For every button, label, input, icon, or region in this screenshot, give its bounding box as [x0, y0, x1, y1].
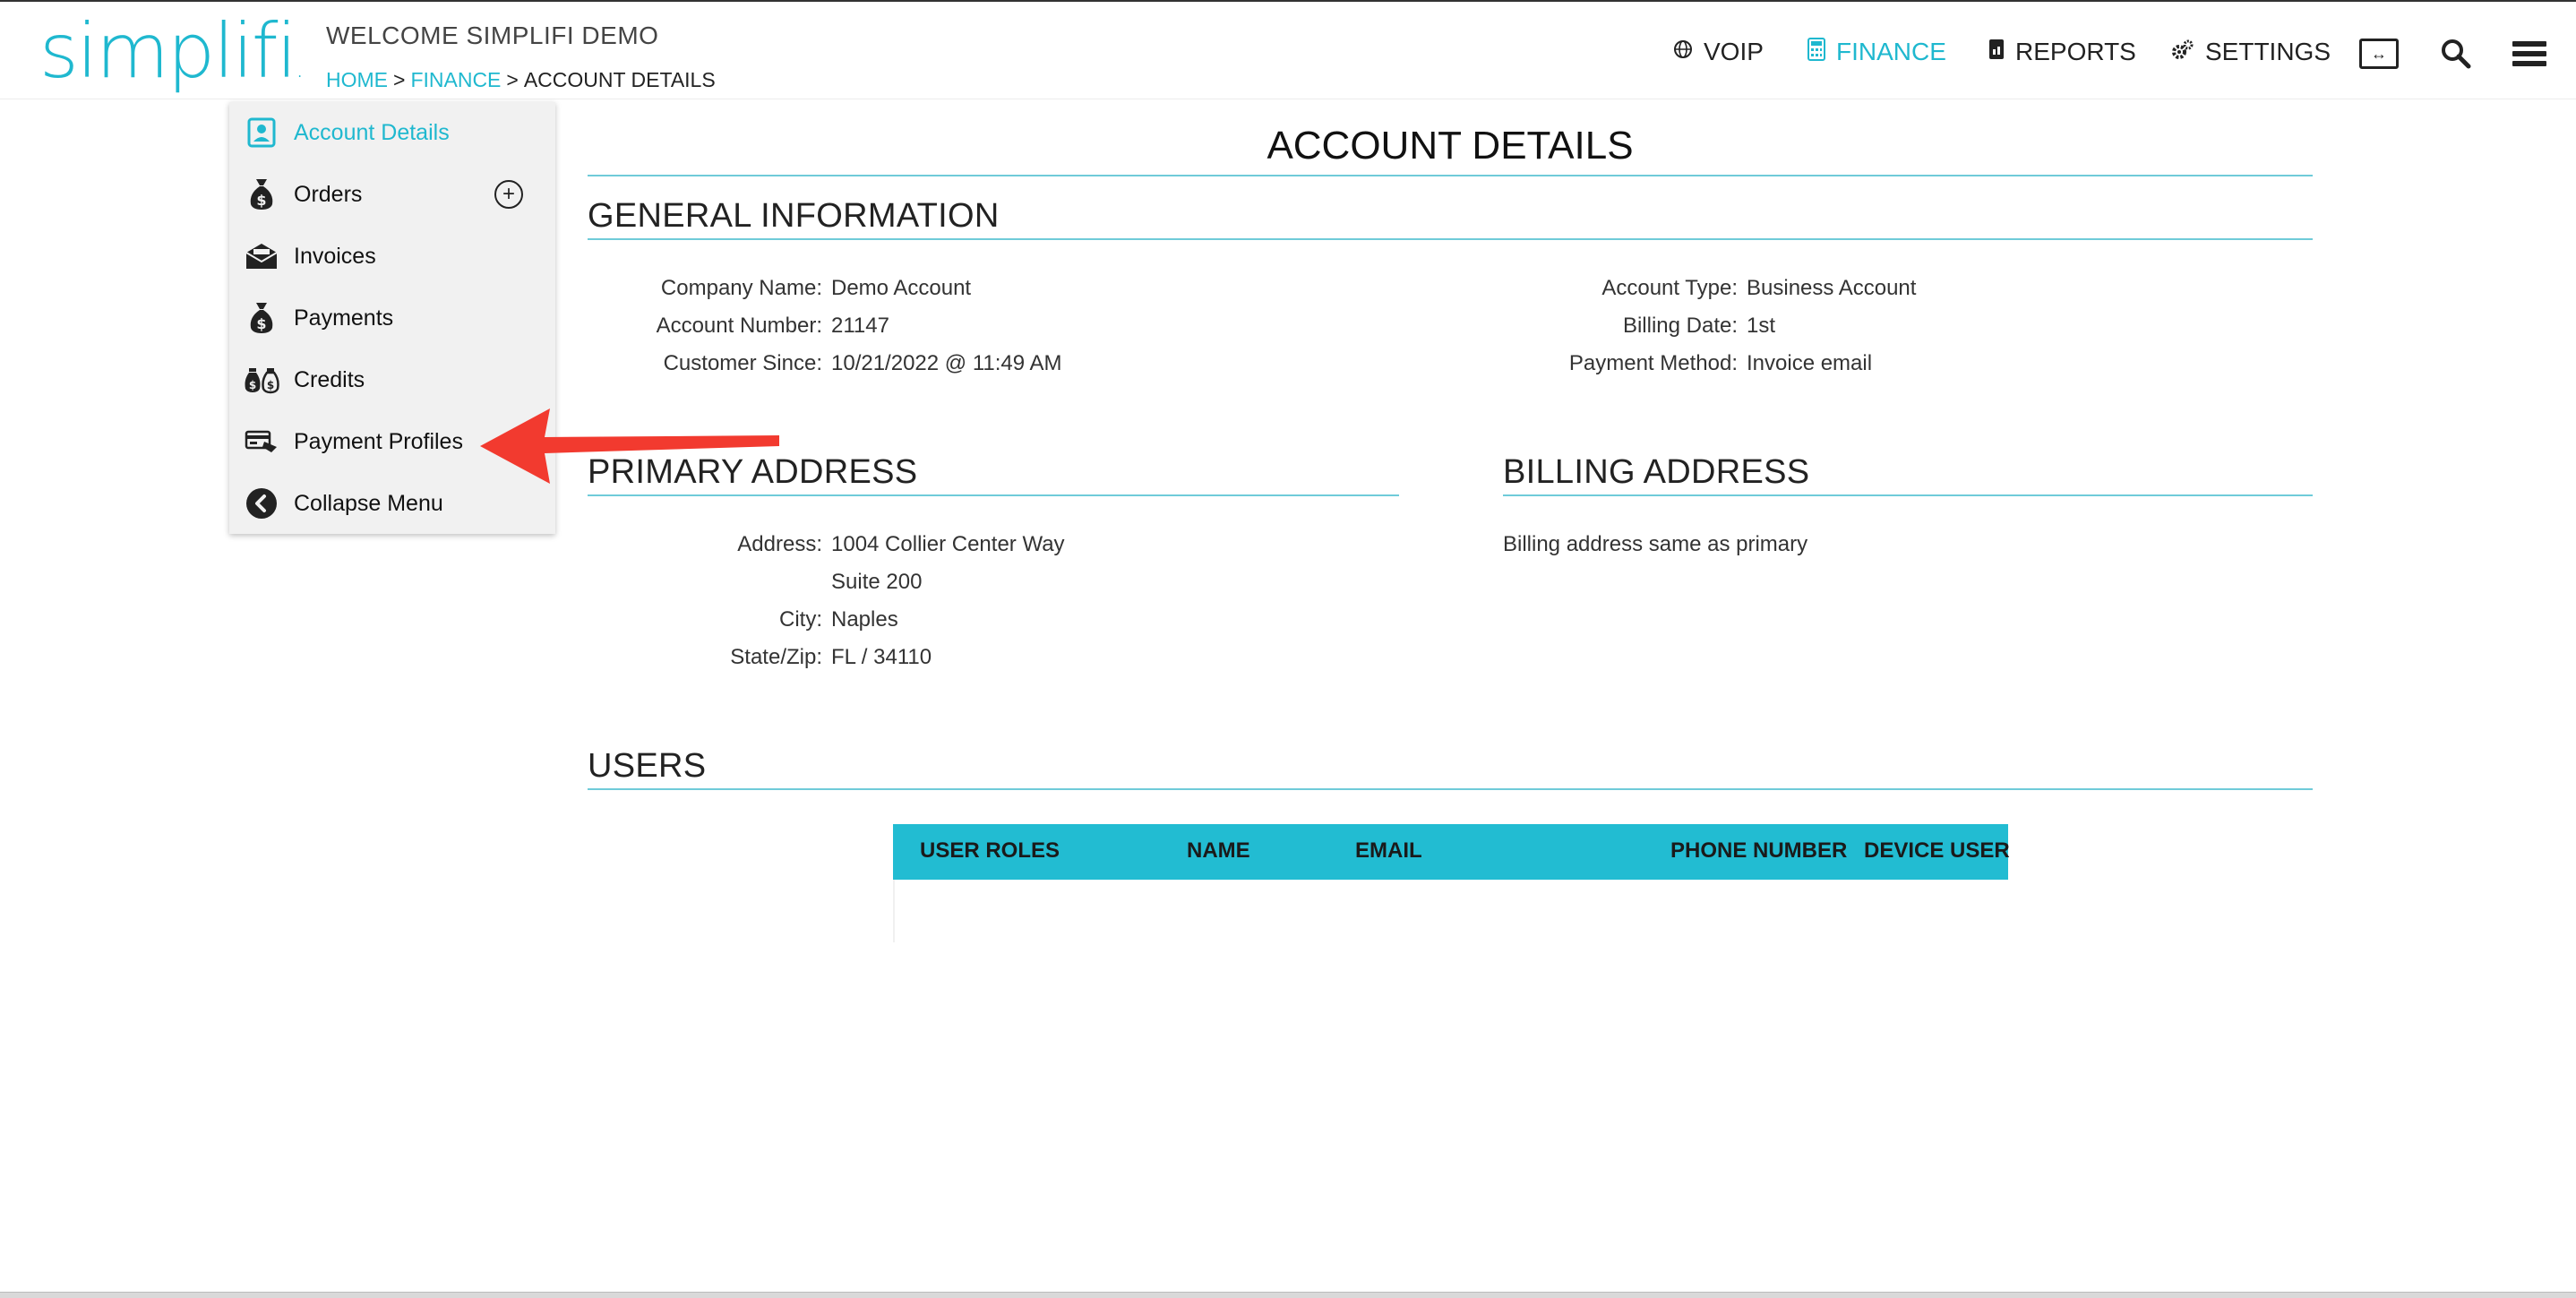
column-name[interactable]: NAME	[1187, 838, 1250, 864]
company-name-label: Company Name:	[660, 276, 822, 300]
column-email[interactable]: EMAIL	[1355, 838, 1422, 864]
sidebar-item-orders[interactable]: $ Orders +	[229, 168, 555, 221]
city-label: City:	[779, 607, 822, 632]
address-line1-value: 1004 Collier Center Way	[831, 532, 1065, 556]
state-zip-label: State/Zip:	[730, 645, 822, 669]
page-title: ACCOUNT DETAILS	[1267, 124, 1634, 168]
welcome-text: WELCOME SIMPLIFI DEMO	[326, 21, 659, 49]
nav-reports-label: REPORTS	[2015, 38, 2136, 65]
payment-method-value: Invoice email	[1747, 351, 1873, 375]
sidebar-item-label: Orders	[294, 181, 363, 207]
add-order-button[interactable]: +	[494, 180, 523, 209]
sidebar-item-label: Account Details	[294, 119, 450, 145]
report-icon	[1988, 39, 2005, 66]
svg-text:$: $	[267, 379, 274, 391]
title-divider	[588, 175, 2313, 176]
sidebar-item-label: Credits	[294, 366, 365, 392]
account-type-value: Business Account	[1747, 276, 1917, 300]
account-card-icon	[244, 115, 279, 150]
sidebar-item-label: Collapse Menu	[294, 490, 443, 516]
sidebar-item-invoices[interactable]: Invoices	[229, 229, 555, 283]
breadcrumb-current: ACCOUNT DETAILS	[523, 68, 716, 91]
sidebar-item-label: Invoices	[294, 243, 376, 269]
sidebar-item-payments[interactable]: $ Payments	[229, 291, 555, 345]
search-button[interactable]	[2434, 36, 2477, 72]
hamburger-menu-button[interactable]	[2508, 36, 2551, 72]
sidebar-item-credits[interactable]: $ $ Credits	[229, 353, 555, 407]
users-table-body	[893, 880, 895, 942]
sidebar-item-collapse-menu[interactable]: Collapse Menu	[229, 477, 555, 530]
billing-date-value: 1st	[1747, 314, 1776, 338]
logo-text: simplifi	[39, 7, 297, 95]
users-heading: USERS	[588, 747, 707, 785]
nav-voip[interactable]: VOIP	[1673, 34, 1764, 70]
breadcrumb-home[interactable]: HOME	[326, 68, 388, 91]
billing-date-label: Billing Date:	[1622, 314, 1738, 338]
nav-settings[interactable]: SETTINGS	[2171, 34, 2331, 70]
customer-since-value: 10/21/2022 @ 11:49 AM	[831, 351, 1062, 375]
column-device-user[interactable]: DEVICE USER	[1864, 838, 2010, 864]
billing-address-heading: BILLING ADDRESS	[1503, 453, 1810, 491]
column-user-roles[interactable]: USER ROLES	[920, 838, 1060, 864]
credit-card-icon	[244, 424, 279, 460]
breadcrumb-finance[interactable]: FINANCE	[410, 68, 501, 91]
address-line2-value: Suite 200	[831, 570, 923, 594]
payment-method-label: Payment Method:	[1568, 351, 1738, 375]
sidebar-item-label: Payments	[294, 305, 394, 331]
simplifi-logo[interactable]: simplifi.	[39, 7, 304, 95]
chevron-left-circle-icon	[244, 486, 279, 521]
users-table-header: USER ROLES NAME EMAIL PHONE NUMBER DEVIC…	[893, 824, 2010, 880]
app-header: simplifi. WELCOME SIMPLIFI DEMO HOME > FIN…	[0, 2, 2576, 99]
envelope-icon	[244, 238, 279, 274]
breadcrumb-separator: >	[506, 68, 519, 91]
svg-text:$: $	[256, 315, 266, 332]
company-name-value: Demo Account	[831, 276, 972, 300]
money-bag-icon: $	[244, 300, 279, 336]
account-number-value: 21147	[831, 314, 889, 338]
search-icon	[2442, 39, 2471, 69]
address-label: Address:	[737, 532, 822, 556]
globe-icon	[1673, 39, 1693, 65]
state-zip-value: FL / 34110	[831, 645, 932, 669]
expand-icon: ↔	[2359, 39, 2399, 69]
general-information-divider	[588, 238, 2313, 240]
customer-since-label: Customer Since:	[663, 351, 822, 375]
nav-reports[interactable]: REPORTS	[1988, 34, 2136, 70]
billing-address-note: Billing address same as primary	[1503, 532, 1808, 556]
expand-button[interactable]: ↔	[2357, 36, 2400, 72]
breadcrumb: HOME > FINANCE > ACCOUNT DETAILS	[326, 68, 716, 92]
money-bags-icon: $ $	[244, 362, 279, 398]
gears-icon	[2171, 39, 2194, 66]
sidebar-item-label: Payment Profiles	[294, 428, 463, 454]
column-phone-number[interactable]: PHONE NUMBER	[1670, 838, 1847, 864]
hamburger-menu-icon	[2512, 37, 2546, 71]
account-number-label: Account Number:	[656, 314, 822, 338]
primary-address-heading: PRIMARY ADDRESS	[588, 453, 918, 491]
billing-address-divider	[1503, 494, 2313, 496]
sidebar-item-account-details[interactable]: Account Details	[229, 106, 555, 159]
nav-voip-label: VOIP	[1704, 38, 1764, 65]
nav-finance-label: FINANCE	[1836, 38, 1946, 65]
nav-settings-label: SETTINGS	[2205, 38, 2331, 65]
account-type-label: Account Type:	[1601, 276, 1738, 300]
primary-address-divider	[588, 494, 1399, 496]
calculator-icon	[1807, 37, 1825, 67]
general-information-heading: GENERAL INFORMATION	[588, 197, 1000, 235]
money-bag-icon: $	[244, 176, 279, 212]
logo-dot: .	[295, 53, 304, 84]
nav-finance[interactable]: FINANCE	[1807, 34, 1946, 70]
plus-icon: +	[502, 182, 515, 206]
city-value: Naples	[831, 607, 898, 632]
breadcrumb-separator: >	[393, 68, 406, 91]
svg-text:$: $	[256, 192, 266, 209]
users-divider	[588, 788, 2313, 790]
svg-text:$: $	[249, 379, 256, 391]
